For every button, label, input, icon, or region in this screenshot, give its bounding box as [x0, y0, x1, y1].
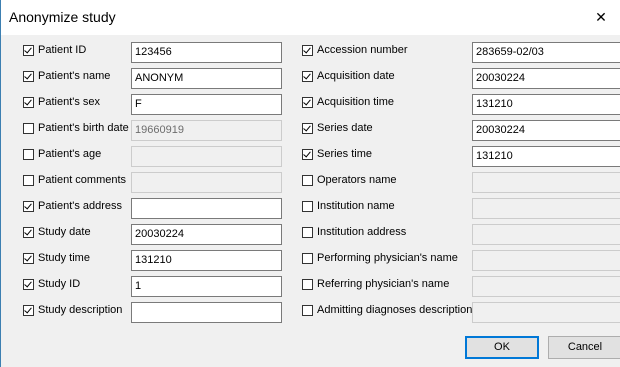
patient-id-checkbox[interactable] [23, 45, 34, 56]
accession-number-label: Accession number [317, 44, 408, 56]
patient-s-age-checkbox[interactable] [23, 149, 34, 160]
series-date-field[interactable]: 20030224 [472, 120, 620, 141]
study-id-checkbox[interactable] [23, 279, 34, 290]
anonymize-dialog: Anonymize study ✕ Patient ID 123456 Patien… [0, 0, 620, 367]
referring-physician-s-name-checkbox[interactable] [302, 279, 313, 290]
close-icon[interactable]: ✕ [581, 0, 620, 35]
patient-id-label: Patient ID [38, 44, 87, 56]
study-id-label: Study ID [38, 278, 81, 290]
operators-name-field [472, 172, 620, 193]
operators-name-label: Operators name [317, 174, 397, 186]
patient-s-birth-date-field: 19660919 [131, 120, 282, 141]
title-bar: Anonymize study ✕ [1, 0, 620, 35]
cancel-button[interactable]: Cancel [548, 336, 620, 359]
patient-comments-field [131, 172, 282, 193]
ok-button[interactable]: OK [465, 336, 539, 359]
series-date-checkbox[interactable] [302, 123, 313, 134]
patient-s-birth-date-checkbox[interactable] [23, 123, 34, 134]
window-title: Anonymize study [9, 9, 116, 25]
series-date-label: Series date [317, 122, 373, 134]
patient-s-name-checkbox[interactable] [23, 71, 34, 82]
acquisition-time-label: Acquisition time [317, 96, 395, 108]
patient-s-address-checkbox[interactable] [23, 201, 34, 212]
series-time-field[interactable]: 131210 [472, 146, 620, 167]
performing-physician-s-name-checkbox[interactable] [302, 253, 313, 264]
acquisition-date-field[interactable]: 20030224 [472, 68, 620, 89]
admitting-diagnoses-description-field [472, 302, 620, 323]
institution-address-checkbox[interactable] [302, 227, 313, 238]
patient-id-field[interactable]: 123456 [131, 42, 282, 63]
patient-s-name-field[interactable]: ANONYM [131, 68, 282, 89]
institution-name-field [472, 198, 620, 219]
study-time-field[interactable]: 131210 [131, 250, 282, 271]
study-date-label: Study date [38, 226, 91, 238]
performing-physician-s-name-field [472, 250, 620, 271]
patient-s-sex-checkbox[interactable] [23, 97, 34, 108]
patient-comments-checkbox[interactable] [23, 175, 34, 186]
study-time-label: Study time [38, 252, 90, 264]
acquisition-time-field[interactable]: 131210 [472, 94, 620, 115]
study-date-field[interactable]: 20030224 [131, 224, 282, 245]
study-time-checkbox[interactable] [23, 253, 34, 264]
acquisition-time-checkbox[interactable] [302, 97, 313, 108]
study-description-label: Study description [38, 304, 123, 316]
series-time-label: Series time [317, 148, 373, 160]
acquisition-date-label: Acquisition date [317, 70, 395, 82]
patient-s-address-label: Patient's address [38, 200, 123, 212]
acquisition-date-checkbox[interactable] [302, 71, 313, 82]
patient-s-birth-date-label: Patient's birth date [38, 122, 129, 134]
performing-physician-s-name-label: Performing physician's name [317, 252, 458, 264]
referring-physician-s-name-field [472, 276, 620, 297]
patient-s-name-label: Patient's name [38, 70, 111, 82]
study-date-checkbox[interactable] [23, 227, 34, 238]
accession-number-field[interactable]: 283659-02/03 [472, 42, 620, 63]
patient-s-sex-label: Patient's sex [38, 96, 101, 108]
admitting-diagnoses-description-label: Admitting diagnoses description [317, 304, 473, 316]
study-description-checkbox[interactable] [23, 305, 34, 316]
study-id-field[interactable]: 1 [131, 276, 282, 297]
patient-s-age-field [131, 146, 282, 167]
institution-name-checkbox[interactable] [302, 201, 313, 212]
patient-s-sex-field[interactable]: F [131, 94, 282, 115]
series-time-checkbox[interactable] [302, 149, 313, 160]
institution-address-label: Institution address [317, 226, 407, 238]
patient-s-age-label: Patient's age [38, 148, 102, 160]
institution-address-field [472, 224, 620, 245]
referring-physician-s-name-label: Referring physician's name [317, 278, 450, 290]
institution-name-label: Institution name [317, 200, 395, 212]
admitting-diagnoses-description-checkbox[interactable] [302, 305, 313, 316]
patient-s-address-field[interactable] [131, 198, 282, 219]
accession-number-checkbox[interactable] [302, 45, 313, 56]
patient-comments-label: Patient comments [38, 174, 127, 186]
operators-name-checkbox[interactable] [302, 175, 313, 186]
study-description-field[interactable] [131, 302, 282, 323]
